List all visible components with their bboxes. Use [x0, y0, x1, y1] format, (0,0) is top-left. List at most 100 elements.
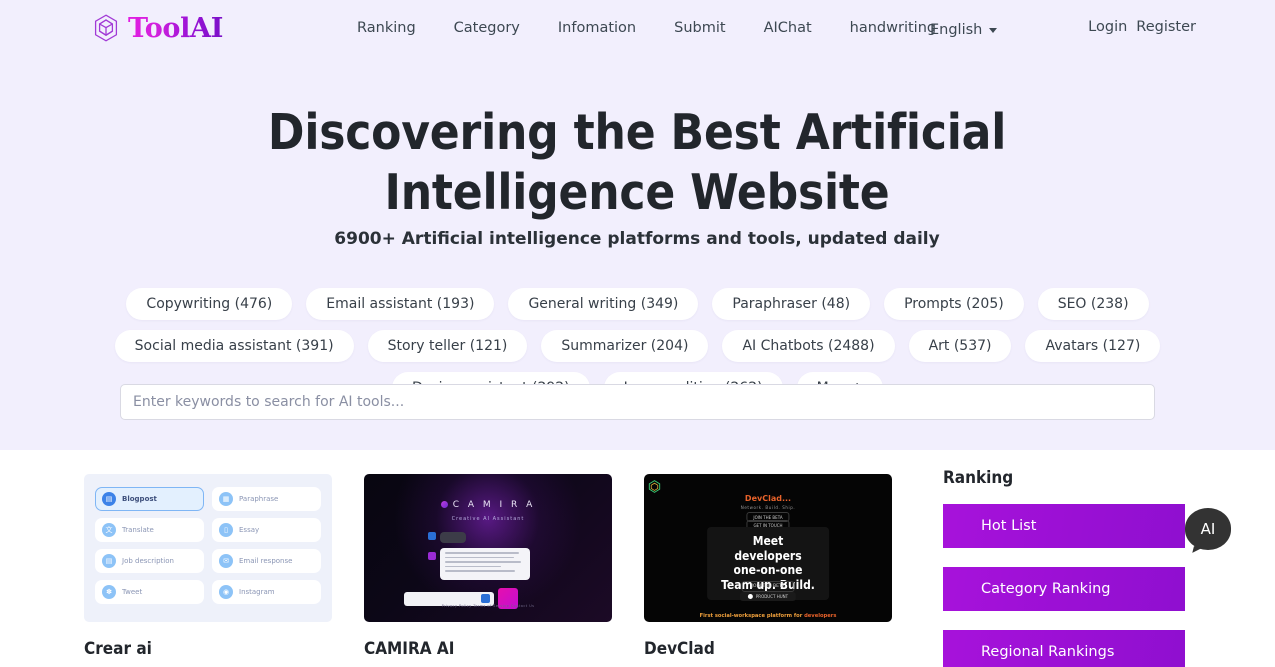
hexagon-knot-icon	[90, 12, 122, 44]
instagram-icon: ◉	[219, 585, 233, 599]
option-chip-instagram[interactable]: ◉ Instagram	[212, 580, 321, 604]
tag-pill[interactable]: Social media assistant (391)	[114, 330, 354, 362]
register-link[interactable]: Register	[1136, 19, 1196, 35]
tag-pill[interactable]: Email assistant (193)	[306, 288, 495, 320]
nav-item-ranking[interactable]: Ranking	[338, 20, 435, 36]
ranking-sidebar: Ranking Hot List Category Ranking Region…	[943, 468, 1275, 667]
devclad-footer: First social-workspace platform for deve…	[644, 613, 892, 619]
devclad-brand-suffix: ...	[781, 494, 792, 503]
ranking-item-category-ranking[interactable]: Category Ranking	[943, 567, 1185, 611]
tool-card[interactable]: C A M I R A Creative AI Assistant Privac…	[364, 474, 612, 659]
tag-pill[interactable]: SEO (238)	[1037, 288, 1149, 320]
devclad-cta-button: JOIN THE BETA	[741, 581, 795, 592]
page-icon: ▯	[219, 523, 233, 537]
tool-card-title[interactable]: Crear ai	[84, 639, 332, 659]
tag-pill[interactable]: Summarizer (204)	[541, 330, 709, 362]
option-chip-email-response[interactable]: ✉ Email response	[212, 549, 321, 573]
logo-text: ToolAI	[128, 12, 224, 44]
tool-card-title[interactable]: CAMIRA AI	[364, 639, 612, 659]
option-chip-label: Job description	[122, 557, 174, 565]
camira-footer: Privacy Policy Terms of Service Contact …	[441, 604, 535, 608]
page-subtitle: 6900+ Artificial intelligence platforms …	[334, 229, 940, 249]
ranking-title: Ranking	[943, 468, 1014, 488]
camira-logo-icon	[440, 501, 448, 508]
auth-links: Login Register	[1088, 19, 1196, 35]
page-title: Discovering the Best Artificial Intellig…	[267, 104, 1007, 221]
camira-brand: C A M I R A	[364, 500, 612, 510]
chat-bubble-assistant	[440, 548, 530, 580]
option-chip-label: Paraphrase	[239, 495, 279, 503]
option-chip-paraphrase[interactable]: ▦ Paraphrase	[212, 487, 321, 511]
product-hunt-badge: PRODUCT HUNT	[739, 592, 797, 601]
tool-card[interactable]: DevClad... Network. Build. Ship. JOIN TH…	[644, 474, 892, 659]
tag-pill[interactable]: Story teller (121)	[367, 330, 528, 362]
tool-card-title[interactable]: DevClad	[644, 639, 892, 659]
chat-bubble-tail	[1192, 546, 1202, 555]
ranking-item-regional-rankings[interactable]: Regional Rankings	[943, 630, 1185, 667]
devclad-brand-text: DevClad	[744, 494, 782, 503]
camira-tagline: Creative AI Assistant	[451, 516, 525, 522]
tag-pill[interactable]: Copywriting (476)	[126, 288, 293, 320]
language-label: English	[930, 22, 983, 38]
option-chip-tweet[interactable]: ✽ Tweet	[95, 580, 204, 604]
ai-chat-label: AI	[1200, 520, 1216, 538]
tool-thumbnail-devclad[interactable]: DevClad... Network. Build. Ship. JOIN TH…	[644, 474, 892, 622]
tag-pill[interactable]: General writing (349)	[508, 288, 699, 320]
page-root: ToolAI Ranking Category Infomation Submi…	[0, 0, 1275, 667]
tag-pill[interactable]: Prompts (205)	[884, 288, 1024, 320]
login-link[interactable]: Login	[1088, 19, 1127, 35]
option-chip-label: Instagram	[239, 588, 275, 596]
devclad-brand-tagline: Network. Build. Ship.	[740, 505, 796, 510]
chat-bubble-icon[interactable]: AI	[1185, 508, 1231, 550]
option-chip-blogpost[interactable]: ▤ Blogpost	[95, 487, 204, 511]
main-nav: Ranking Category Infomation Submit AICha…	[338, 20, 955, 36]
search-input[interactable]	[120, 384, 1155, 420]
envelope-icon: ✉	[219, 554, 233, 568]
camira-brand-text: C A M I R A	[452, 500, 536, 510]
user-avatar	[428, 532, 436, 540]
product-hunt-label: PRODUCT HUNT	[755, 594, 789, 599]
option-chip-translate[interactable]: 文 Translate	[95, 518, 204, 542]
nav-item-infomation[interactable]: Infomation	[539, 20, 655, 36]
headline-line: developers	[734, 548, 802, 563]
translate-icon: 文	[102, 523, 116, 537]
logo[interactable]: ToolAI	[90, 12, 223, 44]
nav-item-category[interactable]: Category	[435, 20, 539, 36]
headline-line: one-on-one	[733, 563, 803, 578]
language-selector[interactable]: English	[930, 22, 998, 38]
ai-chat-widget[interactable]: AI	[1185, 508, 1231, 555]
document-icon: ▤	[102, 492, 116, 506]
devclad-brand: DevClad...	[644, 494, 892, 503]
option-chip-essay[interactable]: ▯ Essay	[212, 518, 321, 542]
briefcase-icon: ▤	[102, 554, 116, 568]
twitter-icon: ✽	[102, 585, 116, 599]
tag-pill[interactable]: Avatars (127)	[1025, 330, 1161, 362]
assistant-avatar	[428, 552, 436, 560]
site-header: ToolAI Ranking Category Infomation Submi…	[0, 0, 1275, 60]
tool-card[interactable]: ▤ Blogpost ▦ Paraphrase 文 Translate ▯ Es…	[84, 474, 332, 659]
option-chip-label: Tweet	[122, 588, 143, 596]
ranking-item-hot-list[interactable]: Hot List	[943, 504, 1185, 548]
option-chip-job-description[interactable]: ▤ Job description	[95, 549, 204, 573]
headline-line: Meet	[752, 534, 784, 548]
devclad-footer-prefix: First social-workspace platform for	[699, 613, 805, 619]
tag-pill[interactable]: Art (537)	[908, 330, 1012, 362]
devclad-footer-highlight: developers	[804, 613, 837, 619]
tag-pill[interactable]: AI Chatbots (2488)	[722, 330, 895, 362]
option-grid: ▤ Blogpost ▦ Paraphrase 文 Translate ▯ Es…	[95, 487, 321, 604]
product-hunt-icon	[747, 594, 753, 599]
tool-thumbnail-camira-ai[interactable]: C A M I R A Creative AI Assistant Privac…	[364, 474, 612, 622]
option-chip-label: Essay	[239, 526, 260, 534]
option-chip-label: Blogpost	[122, 495, 157, 503]
tool-thumbnail-crear-ai[interactable]: ▤ Blogpost ▦ Paraphrase 文 Translate ▯ Es…	[84, 474, 332, 622]
chat-bubble-user	[440, 532, 466, 543]
option-chip-label: Translate	[122, 526, 154, 534]
send-icon	[481, 594, 490, 603]
tool-card-list: ▤ Blogpost ▦ Paraphrase 文 Translate ▯ Es…	[84, 474, 892, 659]
cards-icon: ▦	[219, 492, 233, 506]
nav-item-aichat[interactable]: AIChat	[745, 20, 831, 36]
chevron-down-icon	[989, 27, 998, 33]
option-chip-label: Email response	[239, 557, 293, 565]
tag-pill[interactable]: Paraphraser (48)	[712, 288, 871, 320]
nav-item-submit[interactable]: Submit	[655, 20, 744, 36]
